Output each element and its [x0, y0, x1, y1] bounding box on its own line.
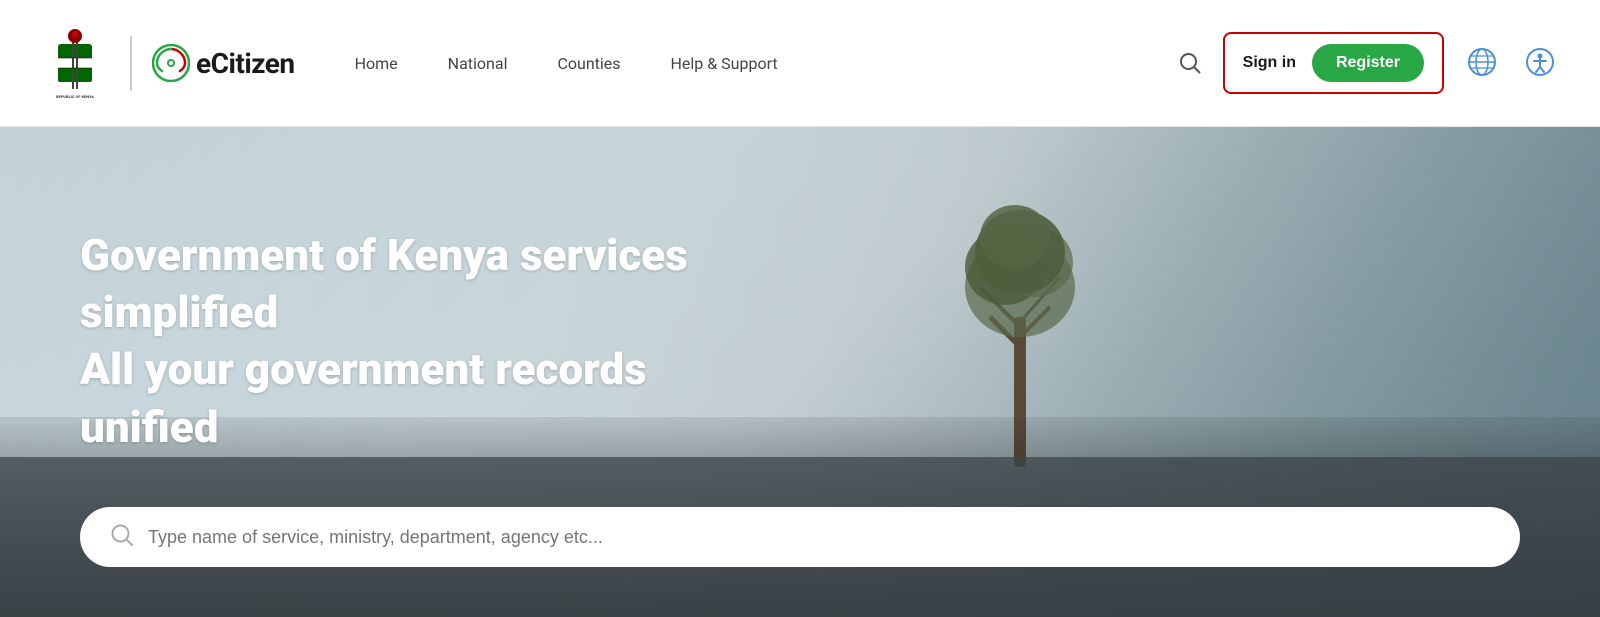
globe-icon — [1466, 46, 1498, 78]
main-search-input[interactable] — [148, 527, 1490, 548]
accessibility-button[interactable] — [1520, 42, 1560, 85]
search-icon-bar — [110, 523, 134, 547]
language-button[interactable] — [1462, 42, 1502, 85]
logo-area: REPUBLIC OF KENYA eCitizen — [40, 26, 295, 101]
search-bar — [80, 507, 1520, 567]
logo-divider — [130, 36, 132, 91]
site-name: eCitizen — [196, 47, 295, 80]
header: REPUBLIC OF KENYA eCitizen Home National… — [0, 0, 1600, 127]
ecitizen-logo: eCitizen — [152, 44, 295, 82]
search-bar-icon — [110, 523, 134, 551]
search-icon — [1179, 52, 1201, 74]
accessibility-icon — [1524, 46, 1556, 78]
ecitizen-brand-icon — [152, 44, 190, 82]
hero-title-line2: All your government records unified — [80, 343, 647, 452]
nav-help-support[interactable]: Help & Support — [671, 54, 778, 73]
search-icon-button[interactable] — [1175, 48, 1205, 78]
coat-of-arms-logo: REPUBLIC OF KENYA — [40, 26, 110, 101]
hero-title: Government of Kenya services simplified … — [80, 227, 780, 456]
auth-box: Sign in Register — [1223, 32, 1444, 94]
register-button[interactable]: Register — [1312, 44, 1424, 82]
main-nav: Home National Counties Help & Support — [355, 54, 1175, 73]
hero-title-line1: Government of Kenya services simplified — [80, 229, 688, 338]
header-actions: Sign in Register — [1175, 32, 1560, 94]
hero-content: Government of Kenya services simplified … — [80, 227, 780, 456]
nav-national[interactable]: National — [448, 54, 508, 73]
hero-section: Government of Kenya services simplified … — [0, 127, 1600, 617]
search-area — [0, 457, 1600, 617]
signin-button[interactable]: Sign in — [1243, 54, 1296, 72]
nav-counties[interactable]: Counties — [557, 54, 620, 73]
nav-home[interactable]: Home — [355, 54, 398, 73]
svg-text:REPUBLIC OF KENYA: REPUBLIC OF KENYA — [56, 94, 94, 99]
